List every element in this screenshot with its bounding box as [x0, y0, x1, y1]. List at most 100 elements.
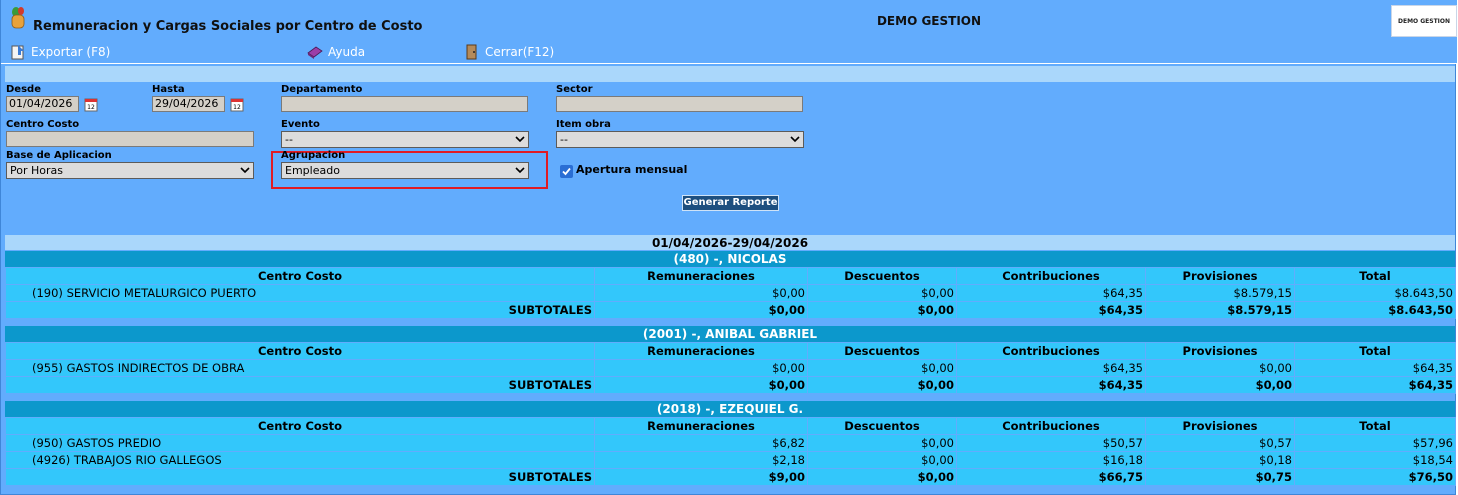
cell: (190) SERVICIO METALURGICO PUERTO — [5, 284, 595, 302]
item-obra-label: Item obra — [556, 119, 611, 130]
cell: $0,00 — [594, 301, 808, 319]
cell: $6,82 — [594, 434, 808, 452]
svg-text:12: 12 — [233, 104, 241, 111]
cell: $50,57 — [956, 434, 1146, 452]
col-header: Total — [1294, 417, 1456, 435]
departamento-input[interactable] — [281, 96, 528, 112]
col-header: Provisiones — [1145, 417, 1295, 435]
report-table: 01/04/2026-29/04/2026 (480) -, NICOLAS C… — [5, 235, 1456, 486]
col-header: Centro Costo — [5, 417, 595, 435]
company-logo: DEMO GESTION — [1391, 5, 1457, 37]
group-table: Centro Costo Remuneraciones Descuentos C… — [5, 342, 1456, 394]
export-button[interactable]: Exportar (F8) — [9, 43, 110, 61]
cell: $64,35 — [1294, 376, 1456, 394]
col-header: Contribuciones — [956, 417, 1146, 435]
col-header: Descuentos — [807, 267, 957, 285]
cell: (4926) TRABAJOS RIO GALLEGOS — [5, 451, 595, 469]
cell: $0,00 — [807, 301, 957, 319]
group-table: Centro Costo Remuneraciones Descuentos C… — [5, 417, 1456, 486]
cell: $66,75 — [956, 468, 1146, 486]
agrupacion-value: Empleado — [285, 164, 340, 177]
col-header: Provisiones — [1145, 342, 1295, 360]
base-aplicacion-label: Base de Aplicacion — [6, 150, 112, 161]
table-row: (955) GASTOS INDIRECTOS DE OBRA $0,00 $0… — [5, 359, 1456, 377]
cell: $0,00 — [807, 434, 957, 452]
col-header: Remuneraciones — [594, 267, 808, 285]
hasta-input[interactable]: 29/04/2026 — [152, 96, 225, 112]
apertura-mensual-label: Apertura mensual — [576, 163, 688, 176]
subtotal-label: SUBTOTALES — [5, 301, 595, 319]
base-aplicacion-select[interactable]: Por Horas — [6, 162, 254, 179]
cell: $64,35 — [956, 359, 1146, 377]
cell: $76,50 — [1294, 468, 1456, 486]
sector-input[interactable] — [556, 96, 803, 112]
cell: $0,00 — [807, 284, 957, 302]
table-row: (190) SERVICIO METALURGICO PUERTO $0,00 … — [5, 284, 1456, 302]
centro-costo-input[interactable] — [6, 131, 254, 147]
cell: $0,18 — [1145, 451, 1295, 469]
door-exit-icon — [466, 44, 477, 60]
desde-calendar-icon[interactable]: 12 — [83, 96, 101, 114]
export-icon — [11, 45, 24, 60]
checkmark-icon — [562, 167, 571, 176]
col-header: Provisiones — [1145, 267, 1295, 285]
cell: $64,35 — [956, 284, 1146, 302]
item-obra-value: -- — [560, 133, 568, 146]
subtotal-label: SUBTOTALES — [5, 376, 595, 394]
subtotal-label: SUBTOTALES — [5, 468, 595, 486]
employee-header: (2018) -, EZEQUIEL G. — [5, 401, 1455, 417]
company-name: DEMO GESTION — [876, 14, 982, 28]
subtotal-row: SUBTOTALES $9,00 $0,00 $66,75 $0,75 $76,… — [5, 468, 1456, 486]
cell: $64,35 — [1294, 359, 1456, 377]
evento-select[interactable]: -- — [281, 131, 529, 148]
subtotal-row: SUBTOTALES $0,00 $0,00 $64,35 $8.579,15 … — [5, 301, 1456, 319]
cell: $0,00 — [1145, 359, 1295, 377]
cell: $0,00 — [807, 359, 957, 377]
col-header: Contribuciones — [956, 267, 1146, 285]
cell: $0,00 — [594, 284, 808, 302]
departamento-label: Departamento — [281, 84, 363, 95]
column-header-row: Centro Costo Remuneraciones Descuentos C… — [5, 342, 1456, 360]
cell: $64,35 — [956, 376, 1146, 394]
close-label: Cerrar(F12) — [485, 45, 555, 59]
desde-label: Desde — [6, 84, 41, 95]
col-header: Centro Costo — [5, 342, 595, 360]
toolbar: Exportar (F8) Ayuda Cerrar(F12) — [1, 37, 1457, 64]
cell: $0,00 — [807, 376, 957, 394]
agrupacion-select[interactable]: Empleado — [281, 162, 529, 179]
cell: $16,18 — [956, 451, 1146, 469]
cell: $64,35 — [956, 301, 1146, 319]
hasta-calendar-icon[interactable]: 12 — [229, 96, 247, 114]
employee-header: (2001) -, ANIBAL GABRIEL — [5, 326, 1455, 342]
column-header-row: Centro Costo Remuneraciones Descuentos C… — [5, 267, 1456, 285]
desde-input[interactable]: 01/04/2026 — [6, 96, 79, 112]
export-label: Exportar (F8) — [31, 45, 111, 59]
cell: $8.579,15 — [1145, 301, 1295, 319]
chevron-down-icon — [240, 167, 250, 174]
col-header: Contribuciones — [956, 342, 1146, 360]
close-button[interactable]: Cerrar(F12) — [463, 43, 554, 61]
cell: $57,96 — [1294, 434, 1456, 452]
cell: $0,00 — [807, 451, 957, 469]
table-row: (4926) TRABAJOS RIO GALLEGOS $2,18 $0,00… — [5, 451, 1456, 469]
generate-report-button[interactable]: Generar Reporte — [682, 195, 779, 211]
sector-label: Sector — [556, 84, 593, 95]
app-window: Remuneracion y Cargas Sociales por Centr… — [0, 0, 1457, 495]
help-book-icon — [307, 46, 323, 59]
help-button[interactable]: Ayuda — [306, 43, 365, 61]
help-label: Ayuda — [328, 45, 366, 59]
agrupacion-label: Agrupacion — [281, 150, 346, 161]
employee-header: (480) -, NICOLAS — [5, 251, 1455, 267]
cell: $0,00 — [807, 468, 957, 486]
col-header: Total — [1294, 342, 1456, 360]
group-table: Centro Costo Remuneraciones Descuentos C… — [5, 267, 1456, 319]
apertura-mensual-checkbox[interactable] — [560, 165, 573, 178]
col-header: Descuentos — [807, 417, 957, 435]
cell: $8.643,50 — [1294, 284, 1456, 302]
cell: $0,00 — [594, 359, 808, 377]
cell: $18,54 — [1294, 451, 1456, 469]
item-obra-select[interactable]: -- — [556, 131, 804, 148]
cell: (955) GASTOS INDIRECTOS DE OBRA — [5, 359, 595, 377]
evento-label: Evento — [281, 119, 320, 130]
col-header: Remuneraciones — [594, 342, 808, 360]
